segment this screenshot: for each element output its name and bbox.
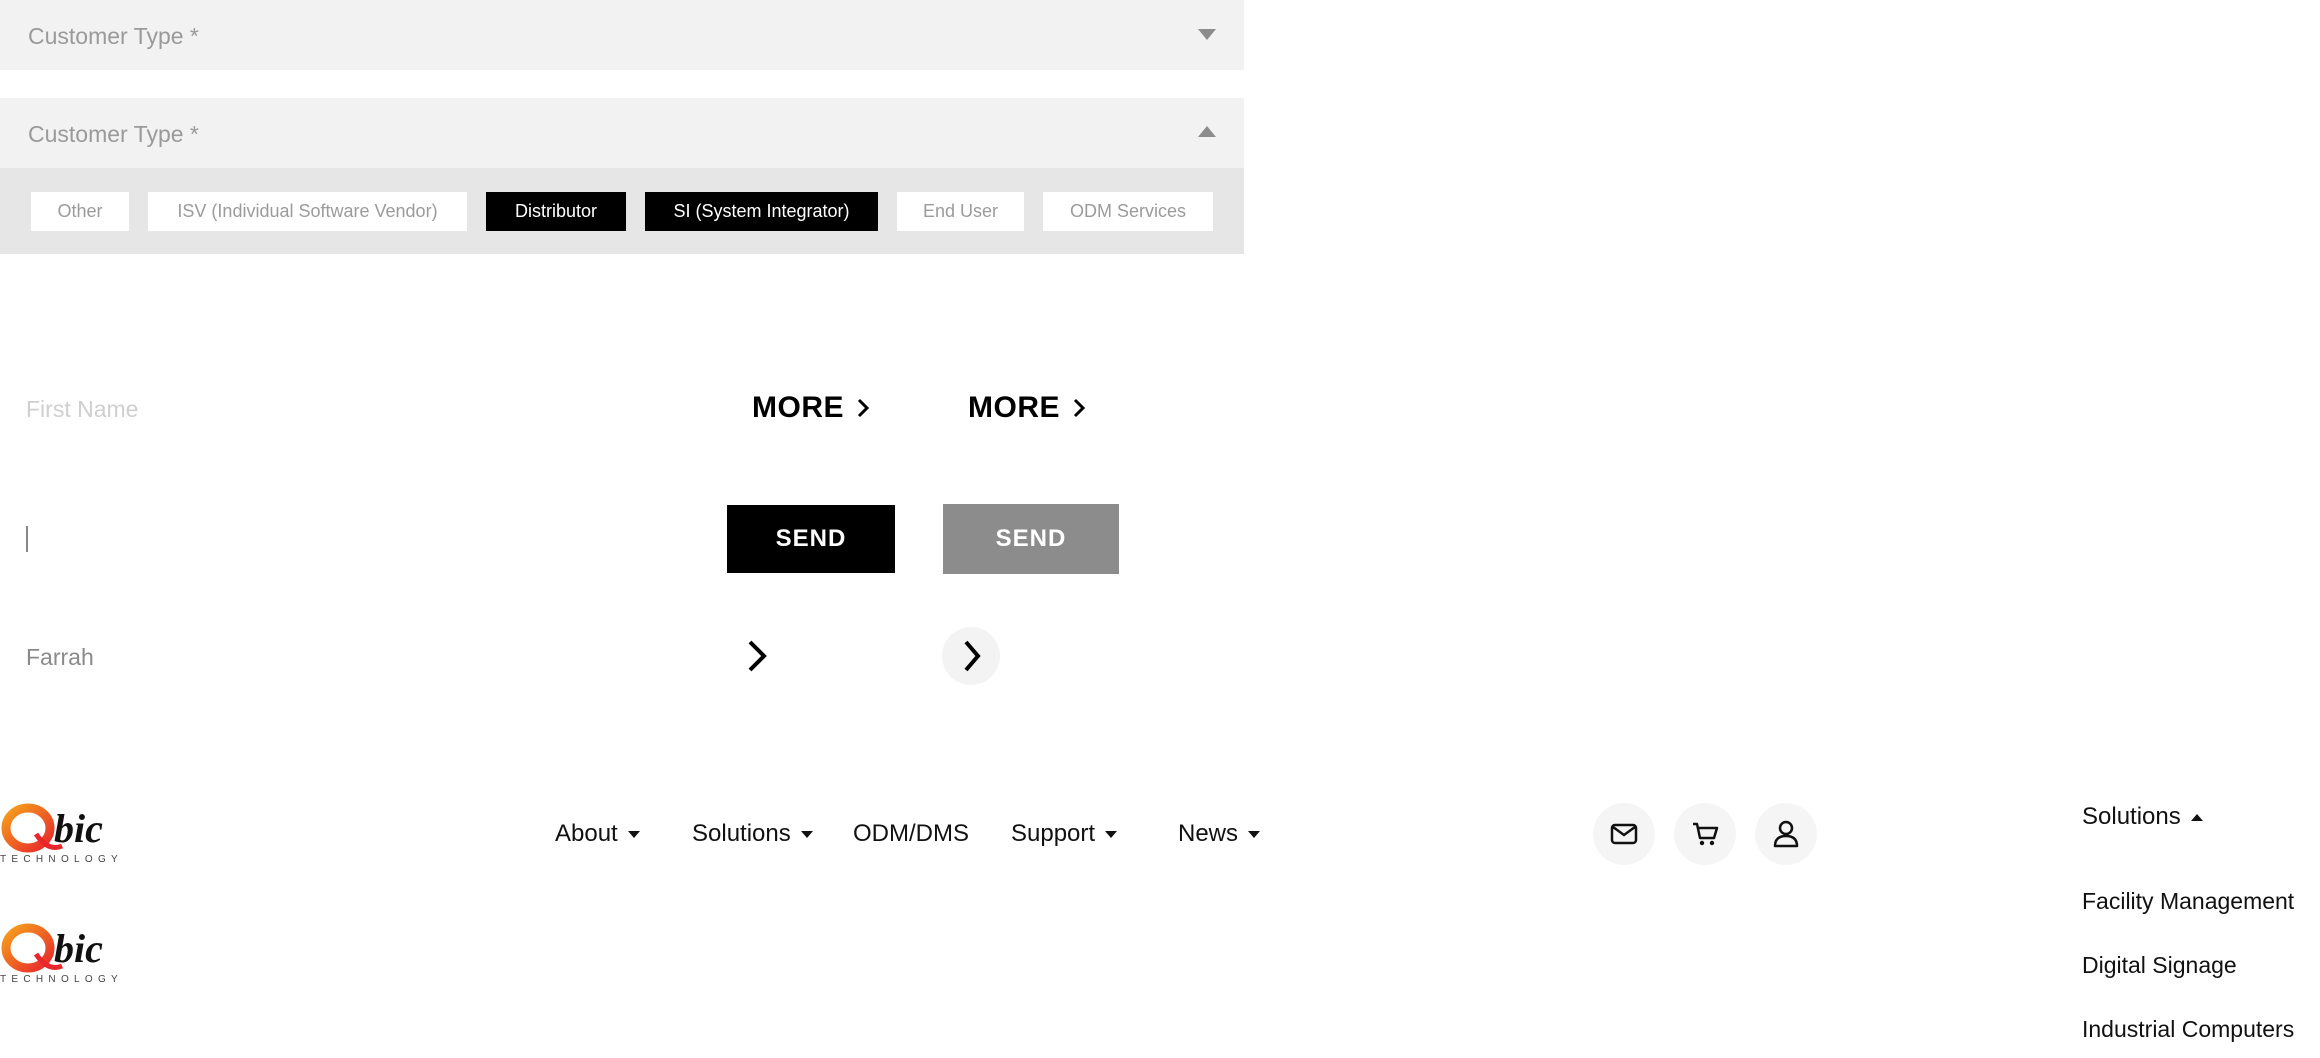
- caret-down-icon: [800, 830, 813, 838]
- logo-subtitle: TECHNOLOGY: [0, 854, 124, 865]
- option-system-integrator[interactable]: SI (System Integrator): [645, 192, 878, 231]
- menu-item-industrial-computers[interactable]: Industrial Computers: [2082, 1012, 2294, 1046]
- chevron-down-icon: [1198, 29, 1216, 40]
- customer-type-label: Customer Type *: [28, 121, 199, 147]
- nav-news-label: News: [1178, 820, 1239, 847]
- more-link-hover[interactable]: MORE: [968, 388, 1086, 428]
- user-icon: [1773, 820, 1799, 848]
- nav-about-label: About: [555, 820, 618, 847]
- caret-down-icon: [627, 830, 640, 838]
- nav-about[interactable]: About: [555, 817, 640, 851]
- option-odm-services[interactable]: ODM Services: [1043, 192, 1213, 231]
- nav-support[interactable]: Support: [1011, 817, 1118, 851]
- caret-down-icon: [1248, 830, 1261, 838]
- nav-news[interactable]: News: [1178, 817, 1261, 851]
- nav-support-label: Support: [1011, 820, 1096, 847]
- qbic-logo-secondary[interactable]: bic TECHNOLOGY: [0, 920, 120, 990]
- nav-solutions[interactable]: Solutions: [692, 817, 813, 851]
- send-button-disabled[interactable]: SEND: [943, 504, 1119, 574]
- qbic-logo[interactable]: bic TECHNOLOGY: [0, 800, 120, 870]
- option-distributor[interactable]: Distributor: [486, 192, 626, 231]
- nav-solutions-label: Solutions: [692, 820, 791, 847]
- caret-up-icon: [2190, 813, 2203, 821]
- caret-down-icon: [1105, 830, 1118, 838]
- first-name-field[interactable]: First Name: [26, 392, 626, 426]
- logo-subtitle: TECHNOLOGY: [0, 974, 124, 985]
- chevron-right-icon: [964, 640, 981, 672]
- logo-wordmark: bic: [54, 926, 103, 971]
- option-other[interactable]: Other: [31, 192, 129, 231]
- option-isv[interactable]: ISV (Individual Software Vendor): [148, 192, 467, 231]
- more-link[interactable]: MORE: [752, 388, 870, 428]
- nav-odm-dms[interactable]: ODM/DMS: [853, 817, 969, 851]
- more-label: MORE: [968, 391, 1060, 424]
- send-button[interactable]: SEND: [727, 505, 895, 573]
- customer-type-select-expanded[interactable]: Customer Type *: [0, 98, 1244, 168]
- nav-odm-dms-label: ODM/DMS: [853, 820, 969, 847]
- customer-type-options: Other ISV (Individual Software Vendor) D…: [0, 168, 1244, 254]
- mail-icon: [1610, 823, 1638, 845]
- solutions-dropdown-label: Solutions: [2082, 803, 2181, 830]
- menu-item-digital-signage[interactable]: Digital Signage: [2082, 948, 2237, 982]
- chevron-right-icon: [748, 640, 767, 672]
- menu-item-facility-management[interactable]: Facility Management: [2082, 884, 2294, 918]
- account-button[interactable]: [1755, 803, 1817, 865]
- mail-button[interactable]: [1593, 803, 1655, 865]
- cart-button[interactable]: [1674, 803, 1736, 865]
- solutions-dropdown-toggle[interactable]: Solutions: [2082, 800, 2203, 834]
- more-label: MORE: [752, 391, 844, 424]
- next-arrow-button[interactable]: [740, 636, 776, 676]
- focused-text-field[interactable]: [0, 510, 640, 570]
- logo-wordmark: bic: [54, 806, 103, 851]
- customer-type-select-collapsed[interactable]: Customer Type *: [0, 0, 1244, 70]
- cart-icon: [1693, 822, 1719, 846]
- customer-type-label: Customer Type *: [28, 23, 199, 49]
- chevron-right-icon: [857, 398, 870, 418]
- chevron-right-icon: [1073, 398, 1086, 418]
- next-arrow-button-hover[interactable]: [942, 627, 1000, 685]
- first-name-field-filled[interactable]: Farrah: [26, 640, 626, 674]
- option-end-user[interactable]: End User: [897, 192, 1024, 231]
- text-cursor: [26, 526, 28, 552]
- chevron-up-icon: [1198, 126, 1216, 137]
